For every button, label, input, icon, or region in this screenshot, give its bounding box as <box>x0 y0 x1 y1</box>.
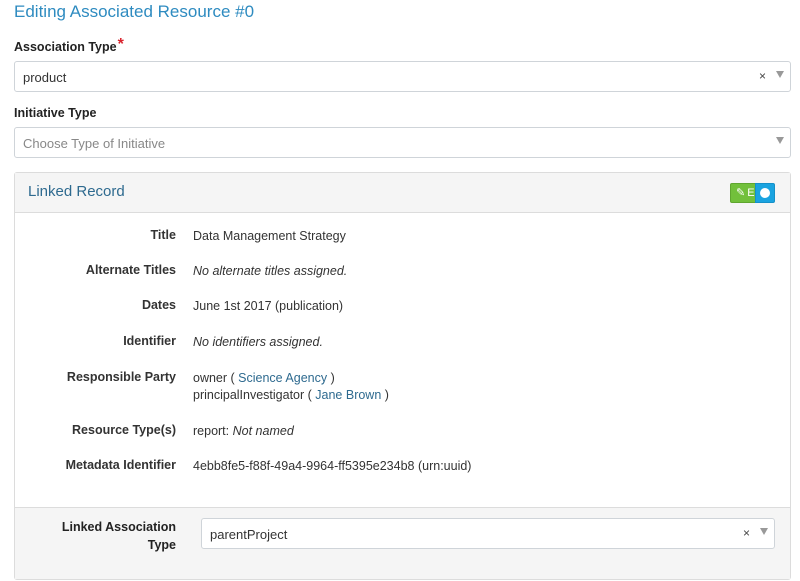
detail-label: Title <box>150 228 176 242</box>
resource-type: report: <box>193 424 230 438</box>
linked-association-select[interactable]: parentProject × <box>201 518 775 549</box>
detail-value: June 1st 2017 (publication) <box>193 299 344 313</box>
party-link[interactable]: Science Agency <box>238 371 327 385</box>
detail-label: Resource Type(s) <box>72 423 176 437</box>
responsible-party-entry: owner ( Science Agency ) <box>193 370 389 387</box>
association-type-clear-icon[interactable]: × <box>759 69 766 83</box>
detail-value: 4ebb8fe5-f88f-49a4-9964-ff5395e234b8 (ur… <box>193 459 472 473</box>
initiative-type-label: Initiative Type <box>14 106 97 120</box>
linked-association-label: Linked Association Type <box>26 518 176 554</box>
linked-record-title: Linked Record <box>28 183 125 200</box>
empty-value-text: No alternate titles assigned. <box>193 264 348 278</box>
required-marker: * <box>117 36 124 53</box>
linked-record-panel: Linked Record ✎Edit Title Data Managemen… <box>14 172 791 580</box>
linked-record-header: Linked Record ✎Edit <box>15 173 790 213</box>
chevron-down-icon[interactable] <box>776 71 784 78</box>
circle-icon <box>760 188 770 198</box>
linked-association-label-line1: Linked Association <box>61 520 176 534</box>
linked-association-footer: Linked Association Type parentProject × <box>15 507 790 579</box>
association-type-select[interactable]: product × <box>14 61 791 92</box>
linked-association-value: parentProject <box>210 527 288 542</box>
detail-value: Data Management Strategy <box>193 229 346 243</box>
party-open: ( <box>304 388 316 402</box>
pencil-icon: ✎ <box>736 187 746 199</box>
initiative-type-placeholder: Choose Type of Initiative <box>23 136 166 151</box>
empty-value-text: No identifiers assigned. <box>193 335 323 349</box>
resource-type-name: Not named <box>232 424 294 438</box>
chevron-down-icon[interactable] <box>776 137 784 144</box>
responsible-party-entry: principalInvestigator ( Jane Brown ) <box>193 387 389 404</box>
detail-value: No identifiers assigned. <box>193 334 323 351</box>
party-role: principalInvestigator <box>193 388 305 402</box>
detail-label: Identifier <box>123 334 176 348</box>
association-type-label-text: Association Type <box>14 40 117 54</box>
chevron-down-icon[interactable] <box>760 528 768 535</box>
party-open: ( <box>227 371 239 385</box>
party-role: owner <box>193 371 228 385</box>
detail-value: report: Not named <box>193 423 294 440</box>
linked-association-clear-icon[interactable]: × <box>743 526 750 540</box>
page-title: Editing Associated Resource #0 <box>14 2 255 21</box>
party-close: ) <box>381 388 389 402</box>
toggle-button[interactable] <box>755 183 775 203</box>
party-close: ) <box>327 371 335 385</box>
detail-value: No alternate titles assigned. <box>193 263 347 280</box>
party-link[interactable]: Jane Brown <box>315 388 381 402</box>
detail-label: Responsible Party <box>66 370 176 384</box>
initiative-type-select[interactable]: Choose Type of Initiative <box>14 127 791 158</box>
detail-label: Dates <box>141 298 176 312</box>
detail-value: owner ( Science Agency ) principalInvest… <box>193 370 389 404</box>
detail-label: Alternate Titles <box>85 263 176 277</box>
association-type-value: product <box>23 70 67 85</box>
linked-association-label-line2: Type <box>147 538 176 552</box>
detail-label: Metadata Identifier <box>65 458 176 472</box>
association-type-label: Association Type* <box>14 36 124 56</box>
